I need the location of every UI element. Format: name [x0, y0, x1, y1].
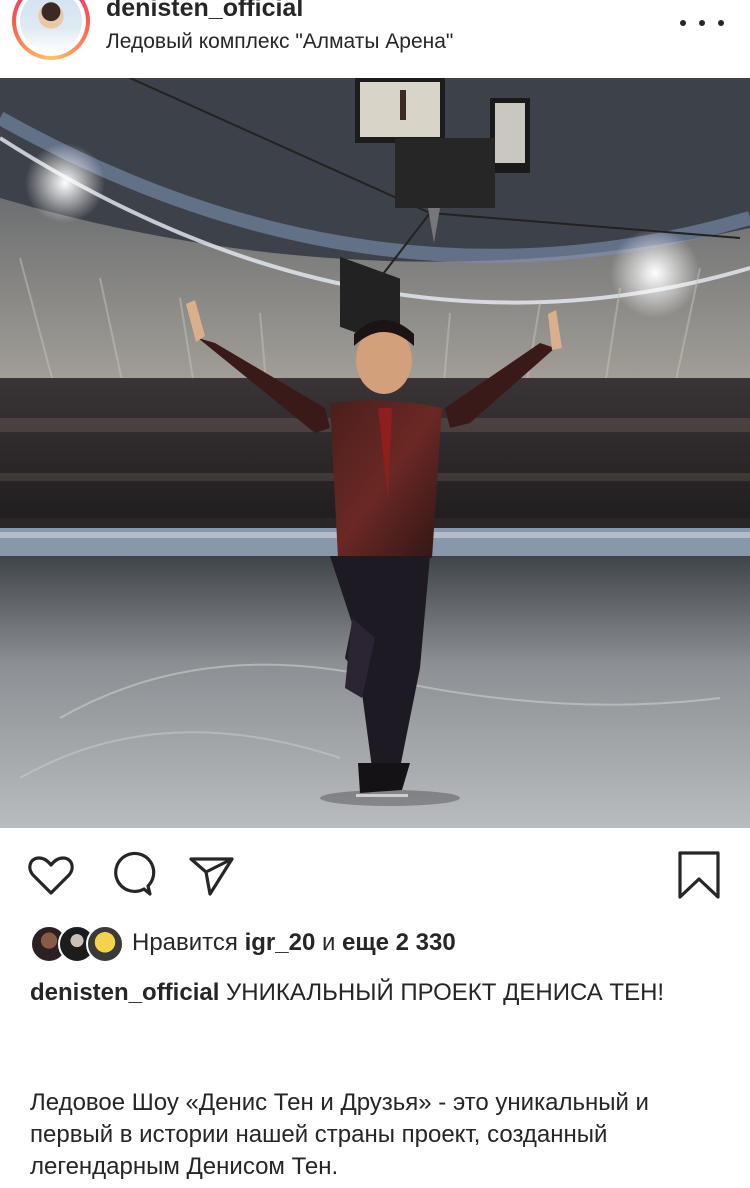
heart-icon[interactable]	[26, 850, 76, 900]
post-location[interactable]: Ледовый комплекс "Алматы Арена"	[106, 30, 453, 54]
caption-username[interactable]: denisten_official	[30, 979, 219, 1006]
caption-description: Ледовое Шоу «Денис Тен и Друзья» - это у…	[30, 1089, 649, 1180]
caption-title: УНИКАЛЬНЫЙ ПРОЕКТ ДЕНИСА ТЕН!	[226, 979, 665, 1006]
liker-avatar[interactable]	[86, 925, 124, 963]
post-actions	[0, 842, 750, 906]
likes-row: Нравится igr_20 и еще 2 330	[30, 925, 730, 963]
bookmark-icon[interactable]	[674, 850, 724, 900]
post-header: denisten_official Ледовый комплекс "Алма…	[0, 0, 750, 78]
likes-summary[interactable]: Нравится igr_20 и еще 2 330	[132, 929, 456, 957]
post-image[interactable]	[0, 78, 750, 828]
more-dots-icon[interactable]	[680, 12, 724, 34]
avatar[interactable]	[12, 0, 90, 60]
comment-bubble-icon[interactable]	[106, 850, 156, 900]
post-username[interactable]: denisten_official	[106, 0, 303, 23]
liker-username[interactable]: igr_20	[245, 929, 316, 956]
avatar-photo	[20, 0, 82, 52]
likes-prefix: Нравится	[132, 929, 238, 956]
likes-count[interactable]: еще 2 330	[342, 929, 456, 956]
caption: denisten_official УНИКАЛЬНЫЙ ПРОЕКТ ДЕНИ…	[30, 976, 720, 1009]
paper-plane-icon[interactable]	[186, 850, 236, 900]
likes-connector: и	[321, 929, 336, 956]
